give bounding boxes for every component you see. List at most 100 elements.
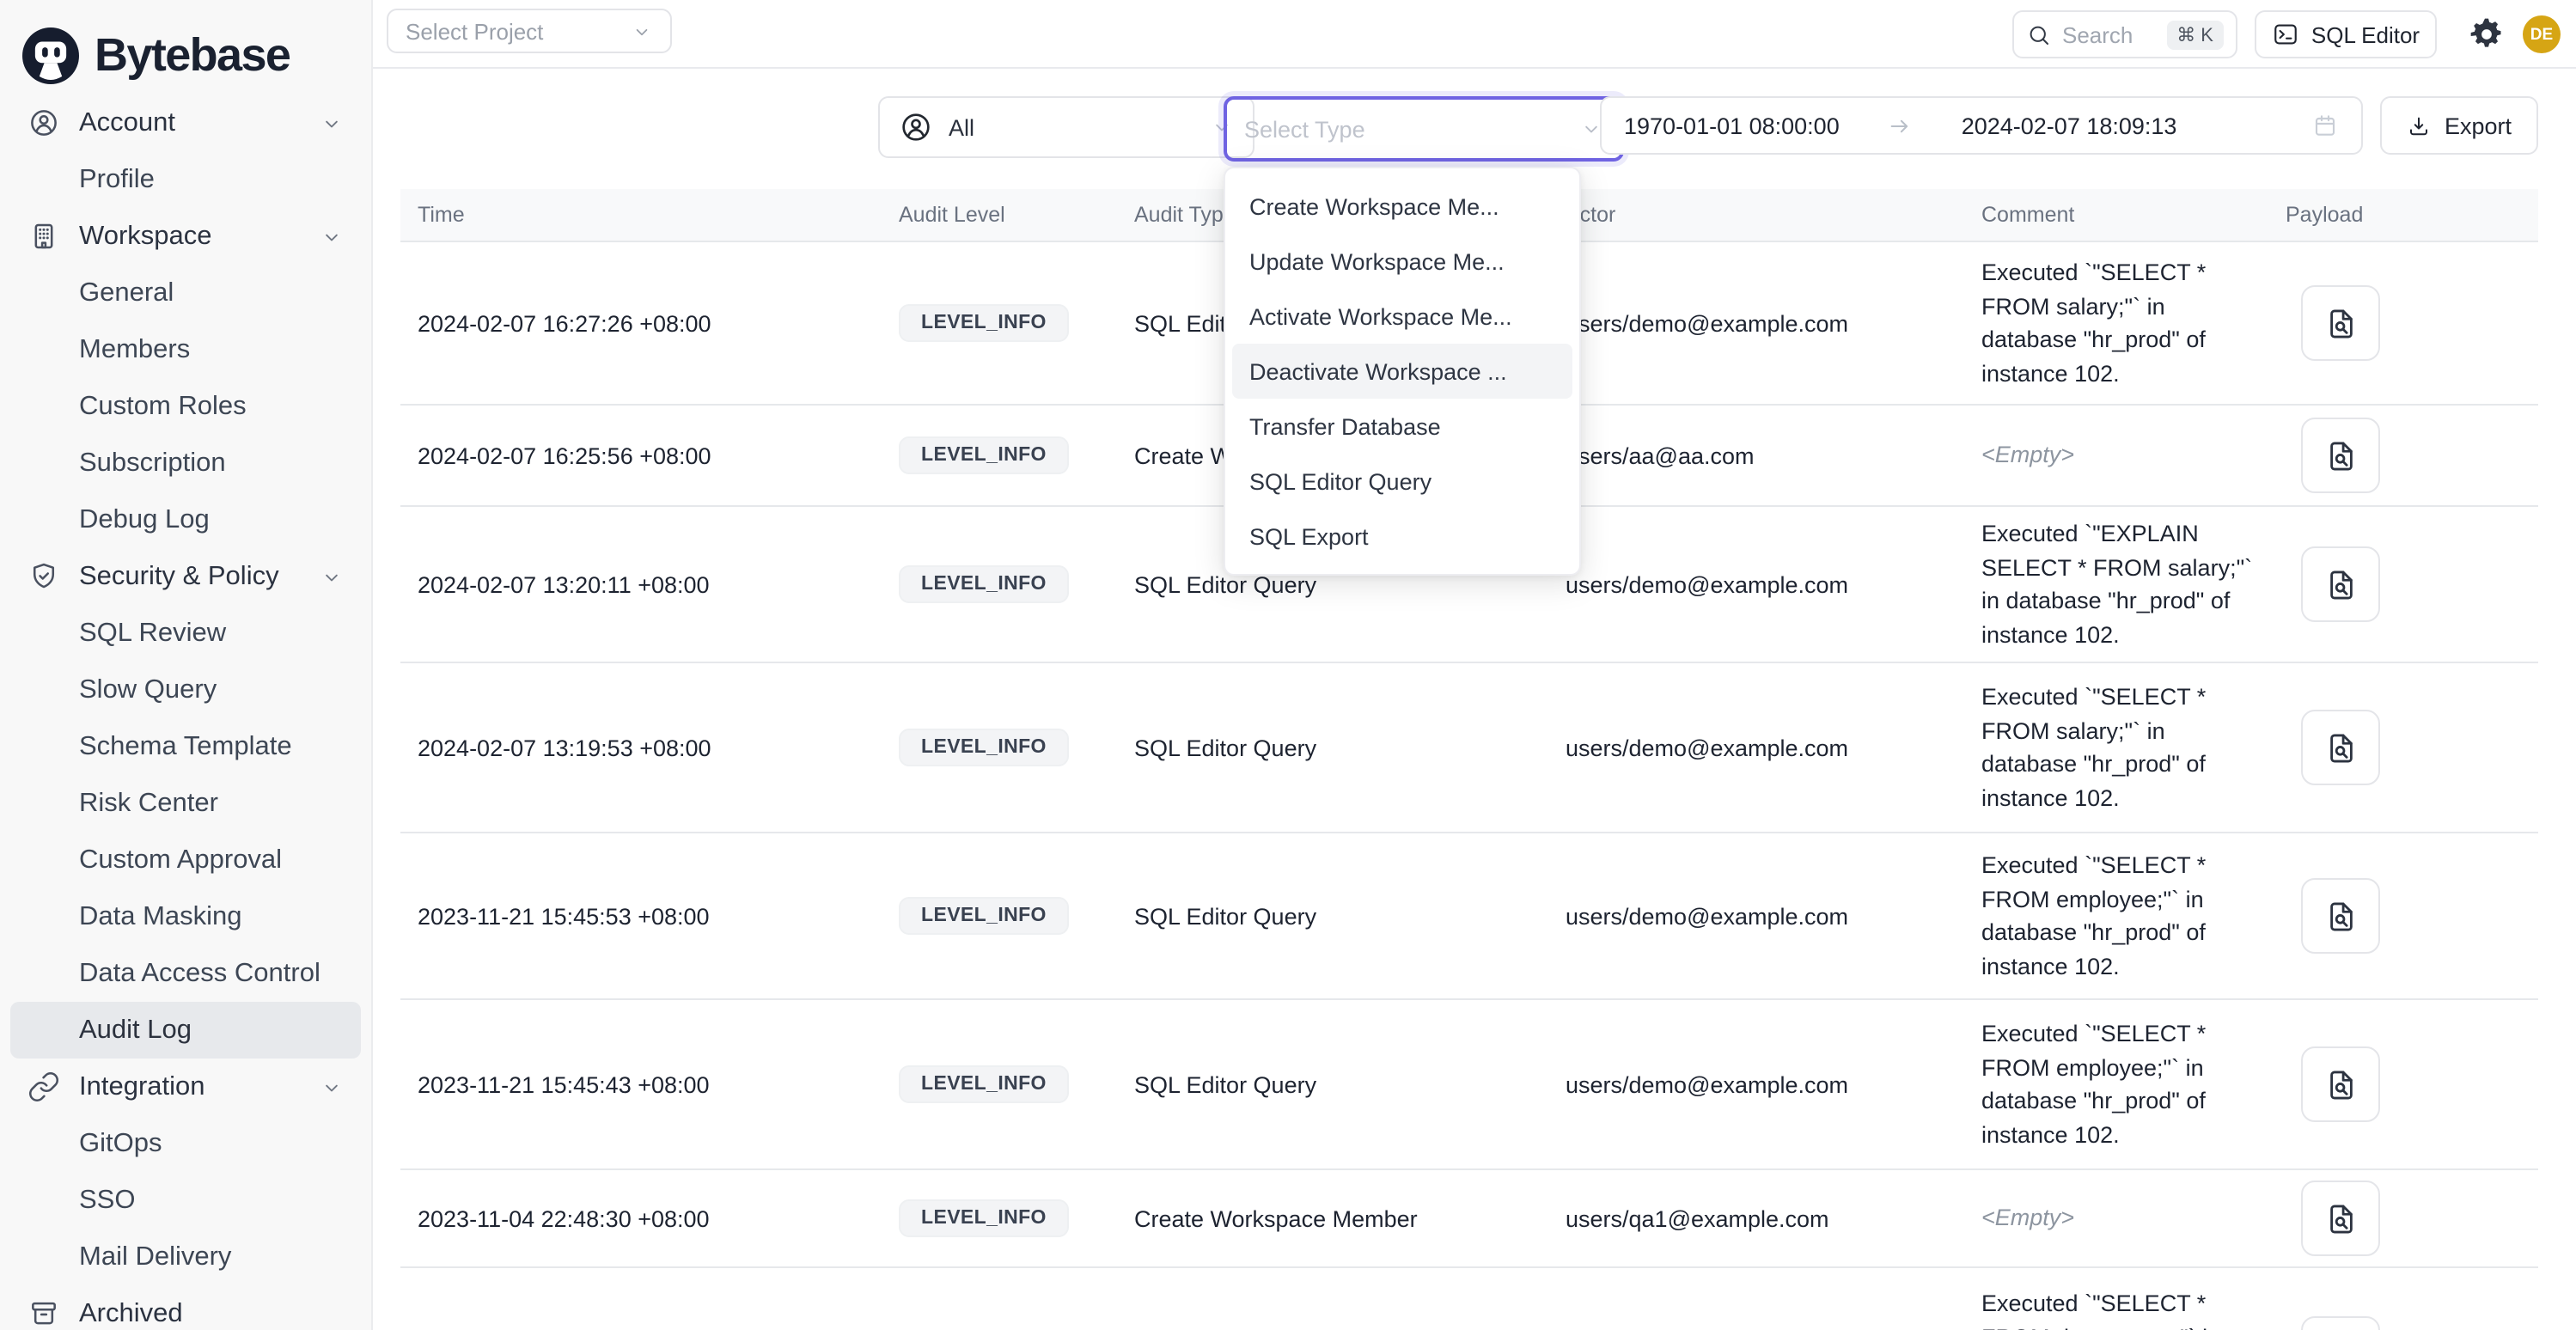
view-payload-button[interactable] (2301, 878, 2380, 954)
payload-cell (2268, 878, 2538, 954)
settings-gear-icon[interactable] (2468, 15, 2506, 53)
sidebar-item-data-access-control[interactable]: Data Access Control (10, 945, 361, 1002)
actor-filter-select[interactable]: All (878, 96, 1254, 158)
sql-editor-button[interactable]: SQL Editor (2255, 10, 2437, 58)
audit-level-badge: LEVEL_INFO (899, 436, 1069, 474)
user-circle-icon (899, 110, 933, 144)
menu-item-transfer-database[interactable]: Transfer Database (1232, 399, 1572, 454)
date-from[interactable]: 1970-01-01 08:00:00 (1624, 113, 1840, 138)
audit-comment: Executed `"SELECT * FROM employee;"` in … (1964, 849, 2268, 983)
sidebar-section-workspace[interactable]: Workspace (10, 208, 361, 265)
view-payload-button[interactable] (2301, 1316, 2380, 1330)
audit-time: 2023-11-04 22:48:30 +08:00 (400, 1205, 882, 1231)
audit-type: SQL Editor Query (1117, 735, 1548, 760)
sidebar-section-archived[interactable]: Archived (10, 1285, 361, 1330)
project-select[interactable]: Select Project (387, 9, 672, 53)
payload-cell (2268, 1316, 2538, 1330)
file-search-icon (2323, 1066, 2359, 1102)
table-row: 2023-11-04 22:48:30 +08:00 LEVEL_INFO Cr… (400, 1170, 2538, 1268)
audit-actor: users/demo@example.com (1548, 735, 1964, 760)
audit-comment: <Empty> (1964, 439, 2268, 473)
menu-item-sql-export[interactable]: SQL Export (1232, 509, 1572, 564)
sidebar-item-sql-review[interactable]: SQL Review (10, 605, 361, 662)
view-payload-button[interactable] (2301, 285, 2380, 361)
sidebar-item-members[interactable]: Members (10, 321, 361, 378)
search-input[interactable]: Search ⌘ K (2012, 10, 2237, 58)
audit-level-cell: LEVEL_INFO (882, 436, 1117, 474)
sidebar-section-security-policy[interactable]: Security & Policy (10, 548, 361, 605)
sidebar-item-profile[interactable]: Profile (10, 151, 361, 208)
sidebar-item-slow-query[interactable]: Slow Query (10, 662, 361, 718)
sidebar-section-account[interactable]: Account (10, 95, 361, 151)
sidebar-item-schema-template[interactable]: Schema Template (10, 718, 361, 775)
sidebar-item-gitops[interactable]: GitOps (10, 1115, 361, 1172)
sidebar-item-general[interactable]: General (10, 265, 361, 321)
audit-actor: users/demo@example.com (1548, 310, 1964, 336)
keyboard-shortcut-badge: ⌘ K (2166, 20, 2224, 49)
audit-time: 2024-02-07 13:20:11 +08:00 (400, 571, 882, 597)
type-filter-select[interactable]: Select Type (1224, 96, 1624, 162)
audit-actor: users/demo@example.com (1548, 571, 1964, 597)
sidebar-item-audit-log[interactable]: Audit Log (10, 1002, 361, 1059)
sidebar-section-integration[interactable]: Integration (10, 1059, 361, 1115)
table-row: 2023-11-21 15:45:43 +08:00 LEVEL_INFO SQ… (400, 1000, 2538, 1170)
view-payload-button[interactable] (2301, 1181, 2380, 1256)
audit-level-badge: LEVEL_INFO (899, 1199, 1069, 1237)
view-payload-button[interactable] (2301, 1046, 2380, 1122)
audit-level-badge: LEVEL_INFO (899, 729, 1069, 766)
link-icon (27, 1071, 60, 1103)
date-range-picker[interactable]: 1970-01-01 08:00:00 2024-02-07 18:09:13 (1600, 96, 2363, 155)
sidebar-item-mail-delivery[interactable]: Mail Delivery (10, 1229, 361, 1285)
sidebar-item-subscription[interactable]: Subscription (10, 435, 361, 491)
sidebar-item-risk-center[interactable]: Risk Center (10, 775, 361, 832)
audit-level-cell: LEVEL_INFO (882, 897, 1117, 935)
type-filter-menu: Create Workspace Me... Update Workspace … (1224, 167, 1581, 576)
sidebar-item-sso[interactable]: SSO (10, 1172, 361, 1229)
sidebar-item-custom-roles[interactable]: Custom Roles (10, 378, 361, 435)
audit-comment: Executed `"SELECT * FROM salary;"` in da… (1964, 680, 2268, 814)
audit-time: 2023-11-21 15:45:43 +08:00 (400, 1071, 882, 1097)
column-header-actor: Actor (1548, 203, 1964, 227)
menu-item-create-workspace-member[interactable]: Create Workspace Me... (1232, 179, 1572, 234)
bytebase-app: Bytebase Account Profile Workspace Gener… (0, 0, 2576, 1330)
menu-item-activate-workspace-member[interactable]: Activate Workspace Me... (1232, 289, 1572, 344)
audit-level-cell: LEVEL_INFO (882, 1065, 1117, 1103)
table-row: 2024-02-07 13:19:53 +08:00 LEVEL_INFO SQ… (400, 663, 2538, 833)
view-payload-button[interactable] (2301, 710, 2380, 785)
export-button[interactable]: Export (2380, 96, 2538, 155)
audit-level-badge: LEVEL_INFO (899, 304, 1069, 342)
date-to[interactable]: 2024-02-07 18:09:13 (1962, 113, 2177, 138)
audit-actor: users/demo@example.com (1548, 1071, 1964, 1097)
chevron-down-icon (320, 224, 344, 248)
file-search-icon (2323, 898, 2359, 934)
arrow-right-icon (1888, 113, 1914, 138)
table-row: 2023-11-21 15:45:53 +08:00 LEVEL_INFO SQ… (400, 833, 2538, 1000)
file-search-icon (2323, 305, 2359, 341)
chevron-down-icon (631, 20, 653, 42)
audit-type: Create Workspace Member (1117, 1205, 1548, 1231)
payload-cell (2268, 546, 2538, 622)
audit-actor: users/qa1@example.com (1548, 1205, 1964, 1231)
audit-comment: Executed `"SELECT * FROM salary;"` in da… (1964, 256, 2268, 390)
file-search-icon (2323, 1200, 2359, 1236)
view-payload-button[interactable] (2301, 546, 2380, 622)
building-icon (27, 220, 60, 253)
audit-level-badge: LEVEL_INFO (899, 897, 1069, 935)
menu-item-sql-editor-query[interactable]: SQL Editor Query (1232, 454, 1572, 509)
shield-check-icon (27, 560, 60, 593)
menu-item-deactivate-workspace-member[interactable]: Deactivate Workspace ... (1232, 344, 1572, 399)
audit-time: 2024-02-07 13:19:53 +08:00 (400, 735, 882, 760)
bytebase-logo-icon (22, 27, 79, 83)
menu-item-update-workspace-member[interactable]: Update Workspace Me... (1232, 234, 1572, 289)
user-avatar[interactable]: DE (2523, 15, 2561, 53)
sidebar-item-data-masking[interactable]: Data Masking (10, 888, 361, 945)
table-row: 2023-11-04 01:26:24 +08:00 LEVEL_INFO SQ… (400, 1268, 2538, 1330)
terminal-icon (2272, 21, 2299, 48)
bytebase-logo[interactable]: Bytebase (0, 0, 371, 96)
calendar-icon (2311, 112, 2339, 139)
sidebar-item-debug-log[interactable]: Debug Log (10, 491, 361, 548)
view-payload-button[interactable] (2301, 418, 2380, 493)
sidebar-item-custom-approval[interactable]: Custom Approval (10, 832, 361, 888)
audit-type: SQL Editor Query (1117, 1071, 1548, 1097)
sidebar-nav: Account Profile Workspace General Member… (0, 95, 371, 1330)
